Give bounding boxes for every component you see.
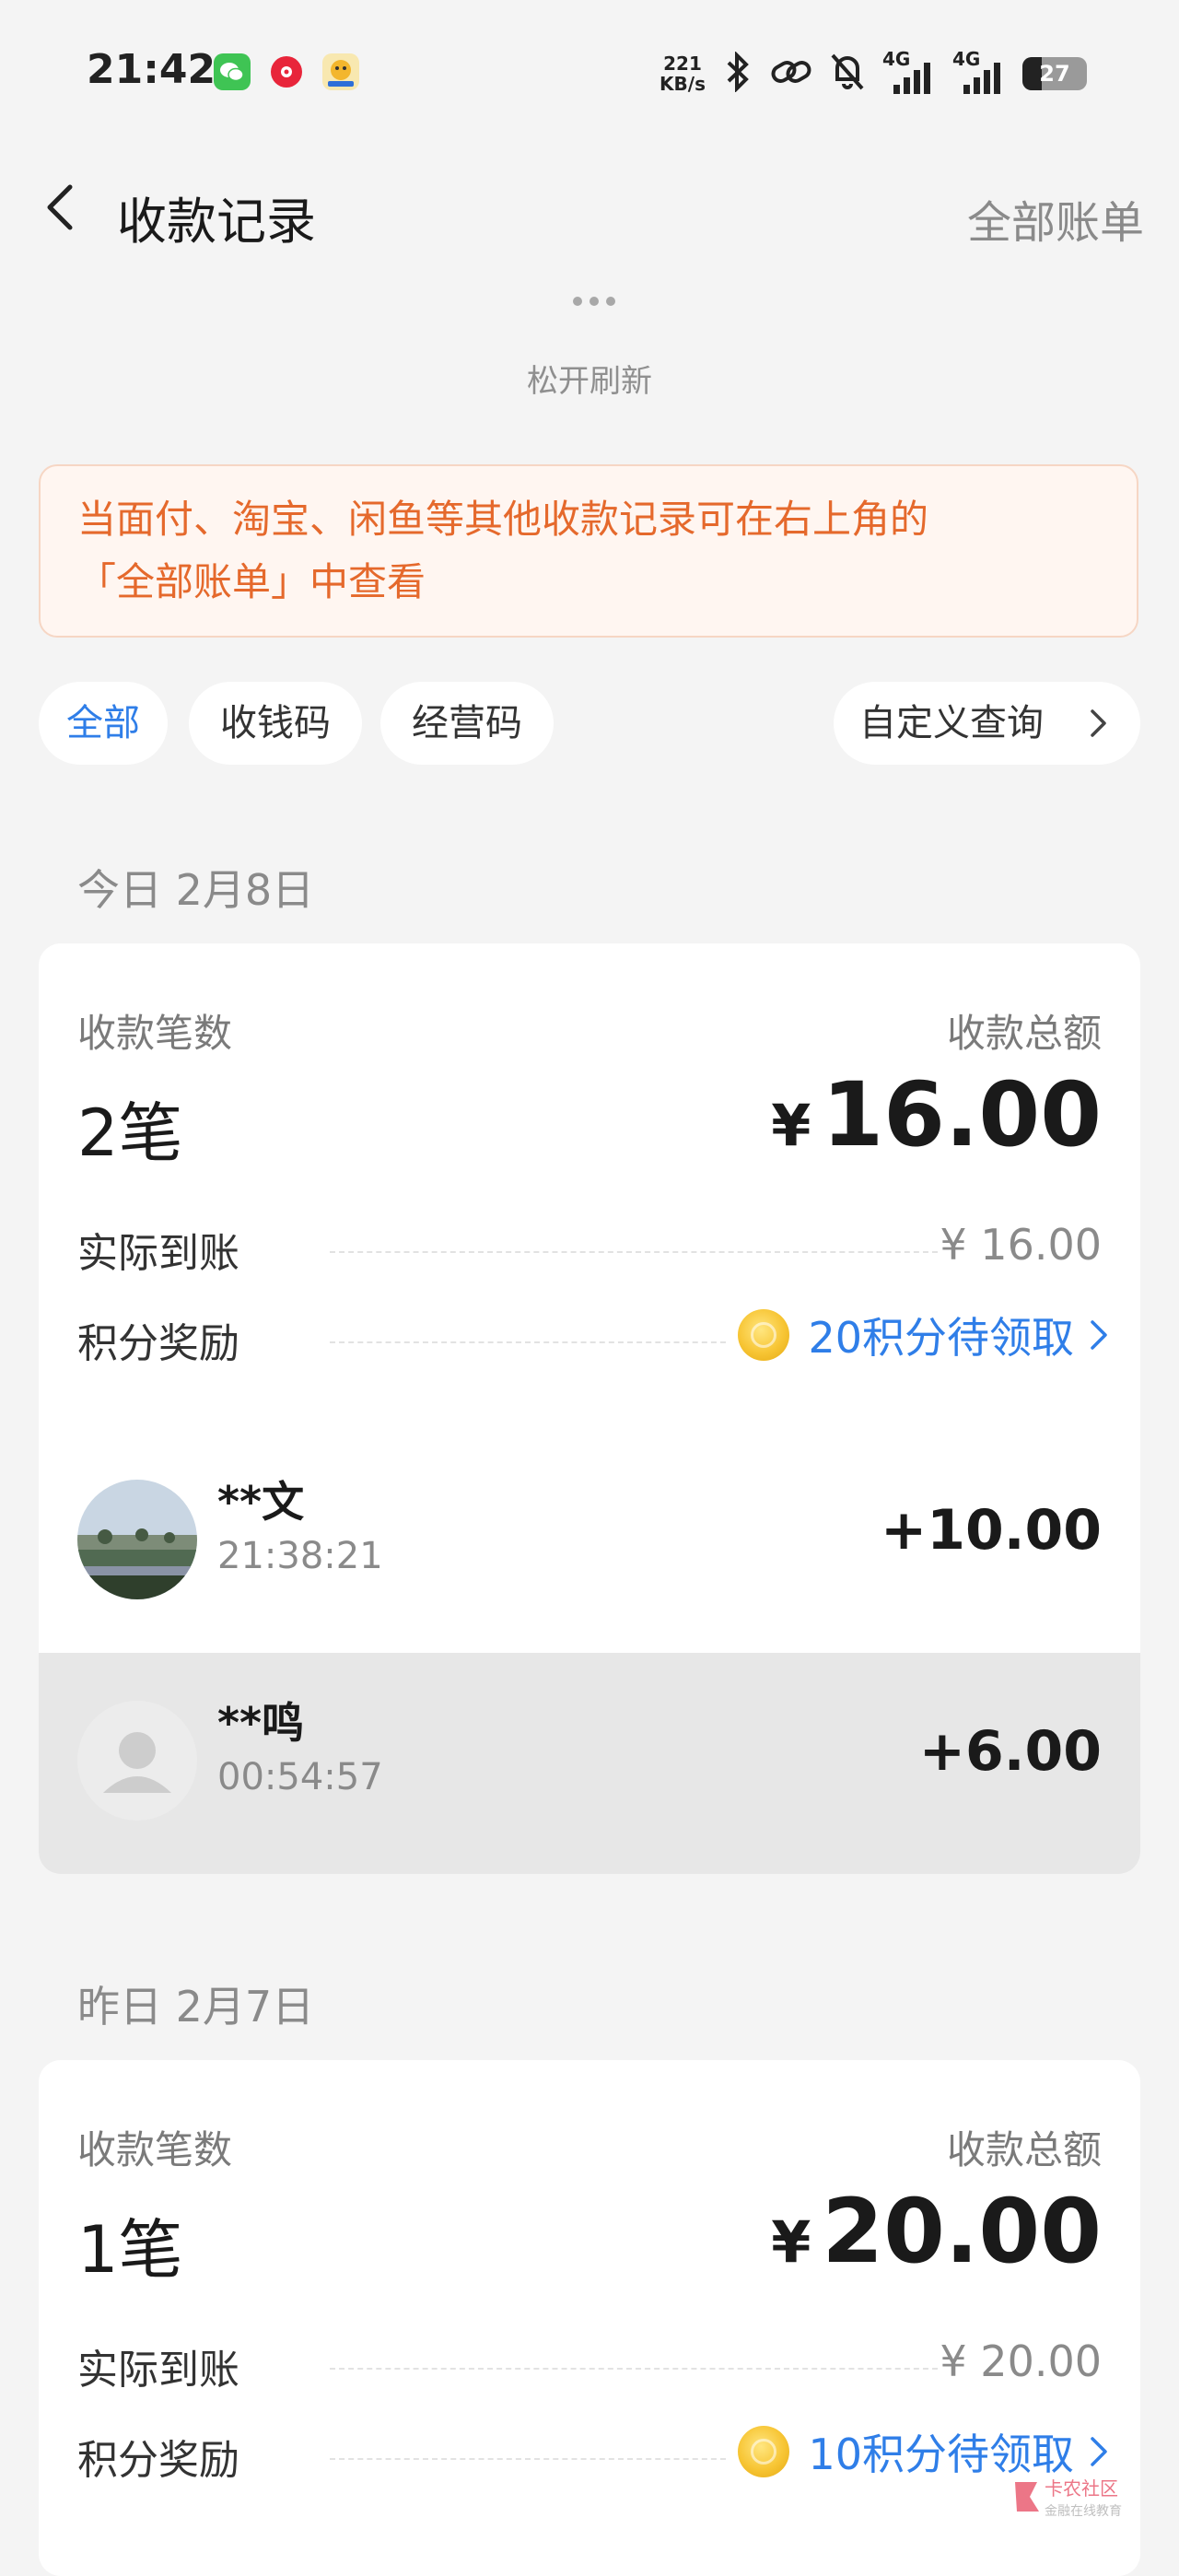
status-indicators: 221 KB/s 4G 4G 27 (660, 46, 1087, 101)
points-text: 20积分待领取 (808, 1313, 1074, 1363)
currency-symbol: ¥ (771, 1092, 811, 1159)
chevron-right-icon (1091, 1320, 1107, 1350)
divider (330, 2458, 726, 2460)
date-header: 昨日 2月7日 (77, 1982, 315, 2032)
coin-icon (738, 1309, 790, 1361)
notice-line: 当面付、淘宝、闲鱼等其他收款记录可在右上角的 (77, 497, 929, 542)
transaction-time: 00:54:57 (217, 1756, 383, 1798)
divider (330, 2368, 938, 2370)
loading-dots-icon (573, 297, 615, 306)
watermark-text: 卡农社区 (1045, 2478, 1118, 2500)
transaction-row[interactable]: **鸣 00:54:57 +6.00 (39, 1653, 1140, 1874)
custom-query-button[interactable]: 自定义查询 (834, 682, 1140, 765)
summary-card: 收款笔数 收款总额 1笔 ¥ 20.00 实际到账 ¥ 20.00 积分奖励 1… (39, 2060, 1140, 2576)
points-label: 积分奖励 (77, 1320, 239, 1367)
currency-symbol: ¥ (771, 2208, 811, 2276)
filter-tab-business-code[interactable]: 经营码 (380, 682, 554, 765)
avatar (77, 1480, 197, 1599)
chevron-left-icon (47, 184, 73, 230)
network-speed: 221 KB/s (660, 53, 706, 94)
date-header: 今日 2月8日 (77, 865, 315, 915)
notice-line: 「全部账单」中查看 (77, 559, 426, 604)
count-label: 收款笔数 (77, 2127, 233, 2172)
bluetooth-icon (722, 51, 753, 96)
pull-refresh-text: 松开刷新 (527, 363, 652, 400)
signal-icon: 4G (882, 48, 936, 96)
coin-icon (738, 2426, 790, 2477)
payer-name: **文 (217, 1477, 305, 1527)
watermark-subtext: 金融在线教育 (1045, 2503, 1122, 2518)
total-label: 收款总额 (946, 2127, 1102, 2172)
notice-banner: 当面付、淘宝、闲鱼等其他收款记录可在右上角的 「全部账单」中查看 (39, 464, 1138, 638)
status-time: 21:42 (87, 46, 216, 93)
transaction-amount: +10.00 (880, 1498, 1102, 1563)
total-amount: ¥ 20.00 (771, 2180, 1102, 2283)
received-label: 实际到账 (77, 1230, 239, 1277)
transaction-time: 21:38:21 (217, 1535, 383, 1577)
chevron-right-icon (1091, 2437, 1107, 2466)
all-bills-link[interactable]: 全部账单 (967, 186, 1144, 251)
network-speed-unit: KB/s (660, 73, 706, 95)
count-value: 2笔 (77, 1095, 183, 1171)
custom-query-label: 自定义查询 (859, 702, 1044, 744)
total-value: 16.00 (822, 1063, 1102, 1166)
divider (330, 1341, 726, 1343)
chevron-right-icon (1091, 709, 1106, 737)
default-user-avatar-icon (77, 1701, 197, 1821)
count-label: 收款笔数 (77, 1011, 233, 1056)
summary-card: 收款笔数 收款总额 2笔 ¥ 16.00 实际到账 ¥ 16.00 积分奖励 2… (39, 943, 1140, 1874)
battery-level: 27 (1039, 61, 1070, 87)
page-title: 收款记录 (117, 193, 316, 251)
total-label: 收款总额 (946, 1011, 1102, 1056)
transaction-row[interactable]: **文 21:38:21 +10.00 (39, 1432, 1140, 1653)
divider (330, 1251, 938, 1253)
game-app-icon (322, 53, 359, 90)
signal-icon: 4G (952, 48, 1006, 96)
mute-bell-icon (829, 52, 866, 96)
received-value: ¥ 16.00 (940, 1220, 1102, 1270)
music-icon (268, 53, 305, 90)
transaction-amount: +6.00 (918, 1719, 1102, 1784)
payer-name: **鸣 (217, 1698, 305, 1748)
points-label: 积分奖励 (77, 2437, 239, 2484)
filter-tab-qrcode[interactable]: 收钱码 (189, 682, 362, 765)
received-value: ¥ 20.00 (940, 2336, 1102, 2386)
filter-tab-all[interactable]: 全部 (39, 682, 168, 765)
received-label: 实际到账 (77, 2347, 239, 2394)
battery-icon: 27 (1022, 57, 1087, 90)
wechat-icon (214, 53, 251, 90)
network-speed-value: 221 (663, 53, 702, 75)
count-value: 1笔 (77, 2212, 183, 2288)
watermark-logo: 卡农社区 金融在线教育 (1011, 2469, 1168, 2524)
link-icon (770, 53, 812, 94)
total-amount: ¥ 16.00 (771, 1063, 1102, 1166)
back-button[interactable] (37, 180, 92, 235)
claim-points-link[interactable]: 20积分待领取 (738, 1305, 1113, 1365)
total-value: 20.00 (822, 2180, 1102, 2283)
